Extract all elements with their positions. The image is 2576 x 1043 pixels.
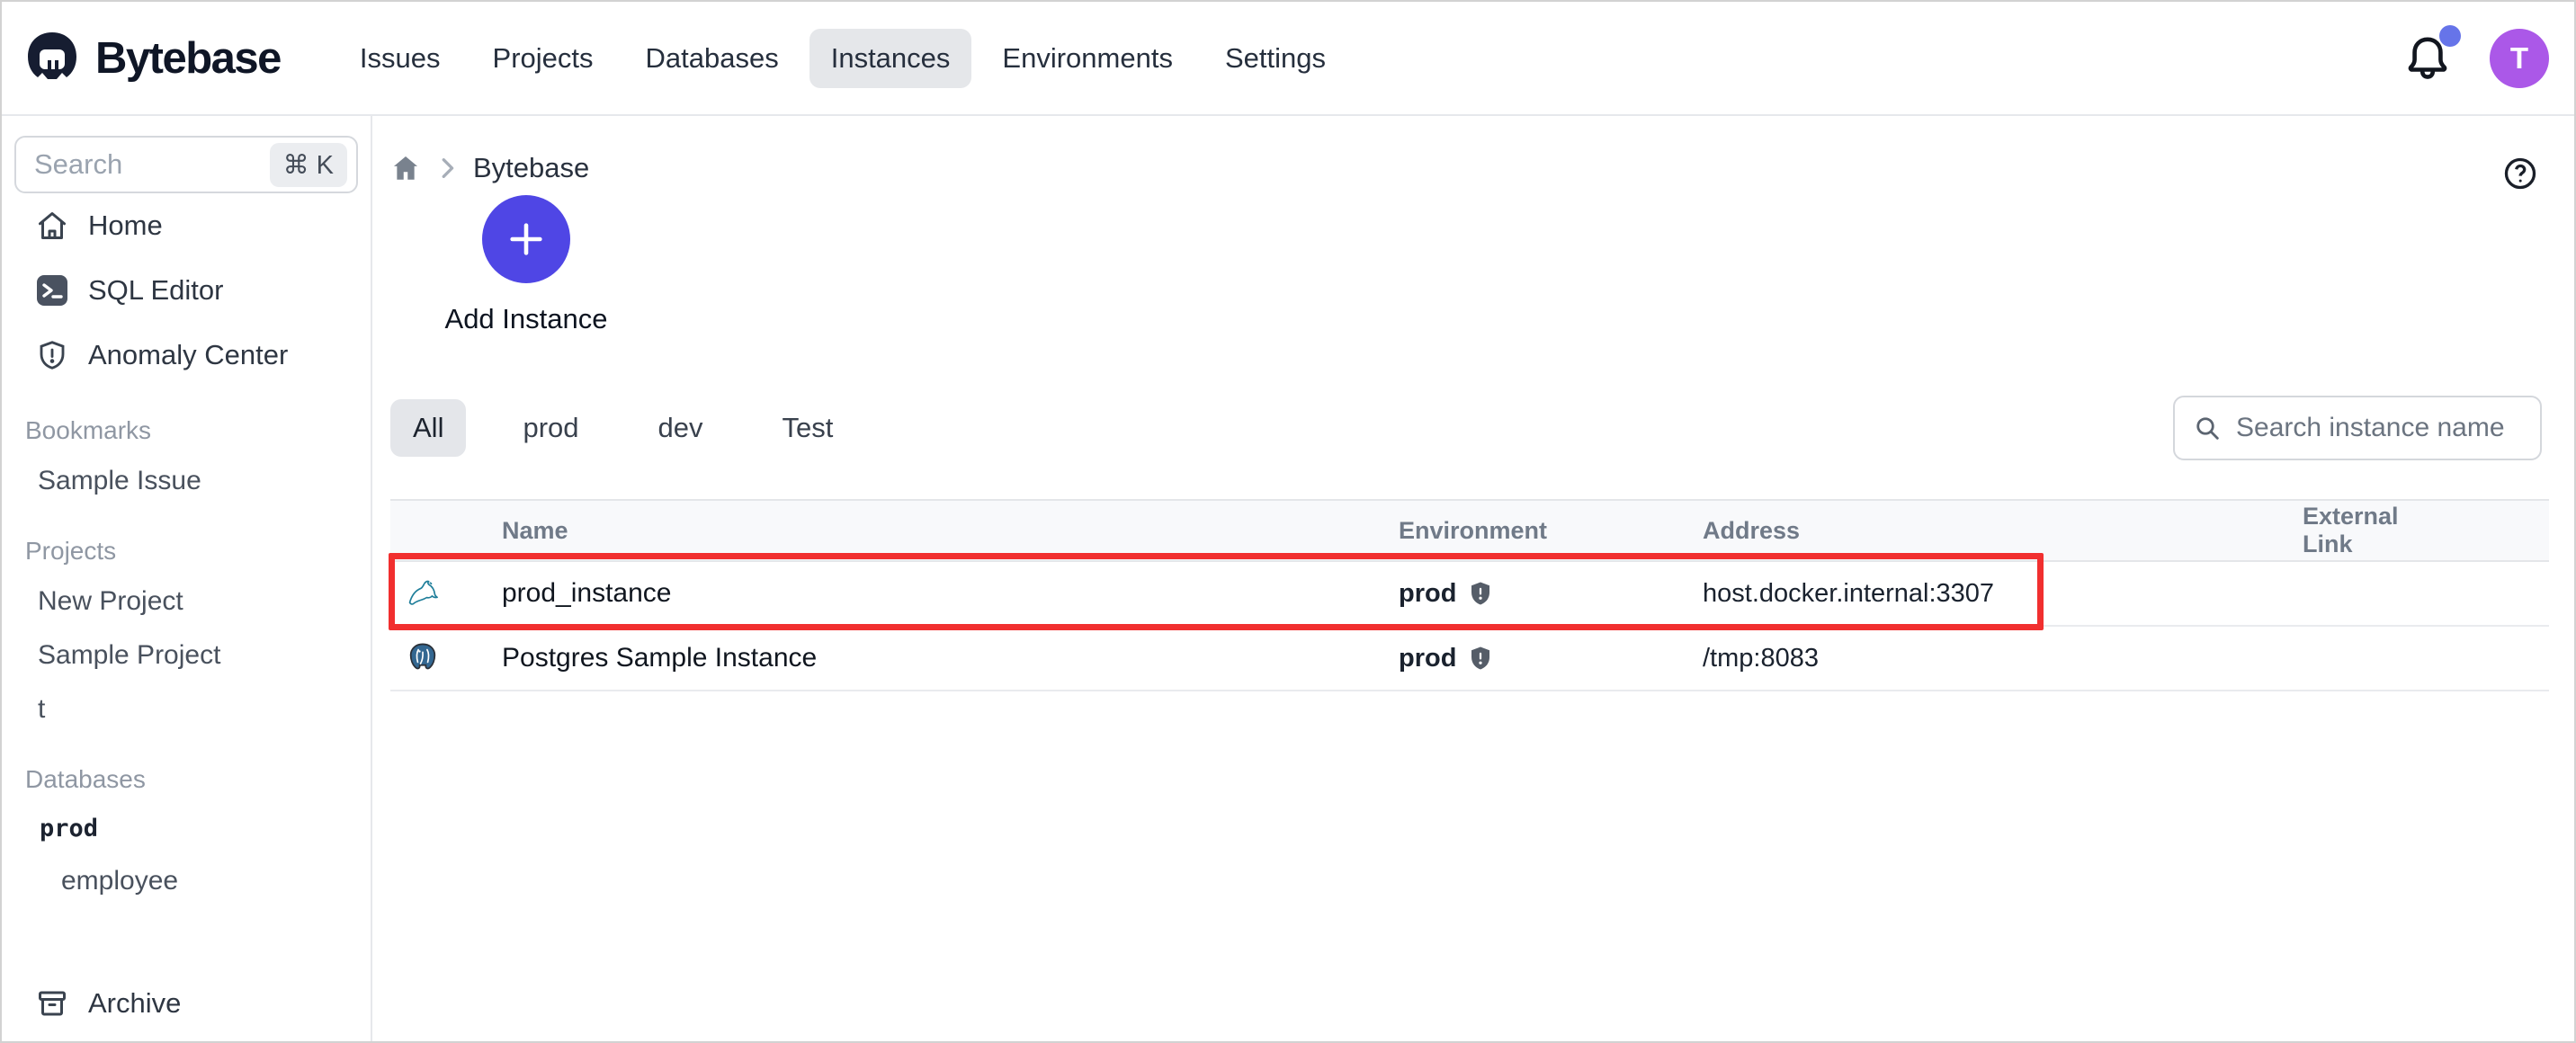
brand-name: Bytebase xyxy=(95,33,282,83)
archive-label: Archive xyxy=(88,987,182,1019)
sidebar-section-projects: Projects xyxy=(25,537,117,565)
sql-editor-icon xyxy=(36,274,68,307)
environment-name: prod xyxy=(1399,643,1457,673)
environment-name: prod xyxy=(1399,578,1457,608)
instance-table: Name Environment Address External Link p… xyxy=(390,499,2549,691)
sidebar-item-new-project[interactable]: New Project xyxy=(2,575,371,628)
app-body: ⌘ K Home SQL Editor xyxy=(2,116,2574,1041)
sidebar-item-sample-project[interactable]: Sample Project xyxy=(2,628,371,682)
instance-table-header: Name Environment Address External Link xyxy=(390,499,2549,562)
instance-address: host.docker.internal:3307 xyxy=(1703,578,1995,608)
sidebar-item-label: Anomaly Center xyxy=(88,339,289,370)
sidebar-item-t[interactable]: t xyxy=(2,682,371,736)
sidebar-item-sample-issue[interactable]: Sample Issue xyxy=(2,454,371,508)
instance-row-postgres-sample[interactable]: Postgres Sample Instance prod /tmp:8083 xyxy=(390,627,2549,691)
tab-dev[interactable]: dev xyxy=(636,399,726,457)
add-instance-label: Add Instance xyxy=(444,303,608,334)
instance-name: Postgres Sample Instance xyxy=(502,643,818,673)
search-shortcut-badge: ⌘ K xyxy=(269,142,347,187)
instance-name: prod_instance xyxy=(502,578,672,608)
help-button[interactable] xyxy=(2502,156,2538,192)
instance-row-prod-instance[interactable]: prod_instance prod host.docker.internal:… xyxy=(390,562,2549,627)
sidebar-item-label: Home xyxy=(88,209,163,241)
sidebar-search-input[interactable] xyxy=(34,148,270,181)
nav-item-environments[interactable]: Environments xyxy=(980,29,1194,88)
notification-bell-button[interactable] xyxy=(2405,24,2461,83)
sidebar: ⌘ K Home SQL Editor xyxy=(2,116,372,1041)
plus-icon xyxy=(505,218,547,260)
column-header-external-link: External Link xyxy=(2303,503,2399,557)
column-header-address: Address xyxy=(1703,516,1801,544)
tab-all[interactable]: All xyxy=(390,399,467,457)
avatar-letter: T xyxy=(2509,40,2529,75)
instance-search-input[interactable] xyxy=(2236,413,2522,443)
archive-icon xyxy=(36,987,68,1020)
sidebar-section-bookmarks: Bookmarks xyxy=(25,416,152,444)
instance-search xyxy=(2173,396,2542,460)
mysql-icon xyxy=(390,575,502,611)
breadcrumb-chevron-icon xyxy=(437,156,457,180)
breadcrumb-current[interactable]: Bytebase xyxy=(473,152,589,184)
shield-icon xyxy=(1467,645,1494,672)
breadcrumb-home-icon[interactable] xyxy=(390,153,421,183)
instance-address: /tmp:8083 xyxy=(1703,643,1819,673)
user-avatar[interactable]: T xyxy=(2490,28,2549,88)
postgresql-icon xyxy=(390,640,502,676)
tab-test[interactable]: Test xyxy=(759,399,855,457)
nav-right: T xyxy=(2405,24,2549,88)
environment-filter-tabs: All prod dev Test xyxy=(390,396,2549,460)
bytebase-logo-icon xyxy=(23,30,81,87)
add-instance: Add Instance xyxy=(432,195,621,335)
main-content: Bytebase Add Instance All prod dev Test … xyxy=(372,116,2574,1041)
nav-item-projects[interactable]: Projects xyxy=(471,29,615,88)
notification-unread-dot xyxy=(2439,24,2461,47)
sidebar-search: ⌘ K xyxy=(14,136,358,193)
sidebar-item-sql-editor[interactable]: SQL Editor xyxy=(2,258,371,323)
help-icon xyxy=(2502,156,2538,192)
instance-environment: prod xyxy=(1399,644,1703,673)
sidebar-item-prod-instance[interactable]: prod xyxy=(2,803,371,854)
sidebar-section-databases: Databases xyxy=(25,765,146,793)
home-icon xyxy=(36,209,68,242)
bytebase-logo[interactable]: Bytebase xyxy=(23,30,282,87)
instance-environment: prod xyxy=(1399,579,1703,609)
nav-item-instances[interactable]: Instances xyxy=(809,28,972,88)
sidebar-item-home[interactable]: Home xyxy=(2,193,371,258)
shield-icon xyxy=(1467,580,1494,607)
sidebar-item-label: SQL Editor xyxy=(88,274,224,306)
sidebar-item-employee-db[interactable]: employee xyxy=(2,854,371,908)
bytebase-app: Bytebase Issues Projects Databases Insta… xyxy=(0,0,2576,1043)
top-nav: Bytebase Issues Projects Databases Insta… xyxy=(2,2,2574,116)
column-header-environment: Environment xyxy=(1399,516,1548,544)
nav-item-issues[interactable]: Issues xyxy=(338,29,462,88)
main-nav: Issues Projects Databases Instances Envi… xyxy=(338,28,1347,88)
shield-alert-icon xyxy=(36,339,68,371)
tab-prod[interactable]: prod xyxy=(500,399,601,457)
add-instance-button[interactable] xyxy=(482,195,570,283)
nav-item-settings[interactable]: Settings xyxy=(1203,29,1347,88)
column-header-name: Name xyxy=(502,516,568,544)
sidebar-item-archive[interactable]: Archive xyxy=(2,971,371,1036)
sidebar-item-anomaly-center[interactable]: Anomaly Center xyxy=(2,323,371,388)
search-icon xyxy=(2193,414,2222,442)
breadcrumb: Bytebase xyxy=(390,152,2549,184)
nav-item-databases[interactable]: Databases xyxy=(624,29,801,88)
